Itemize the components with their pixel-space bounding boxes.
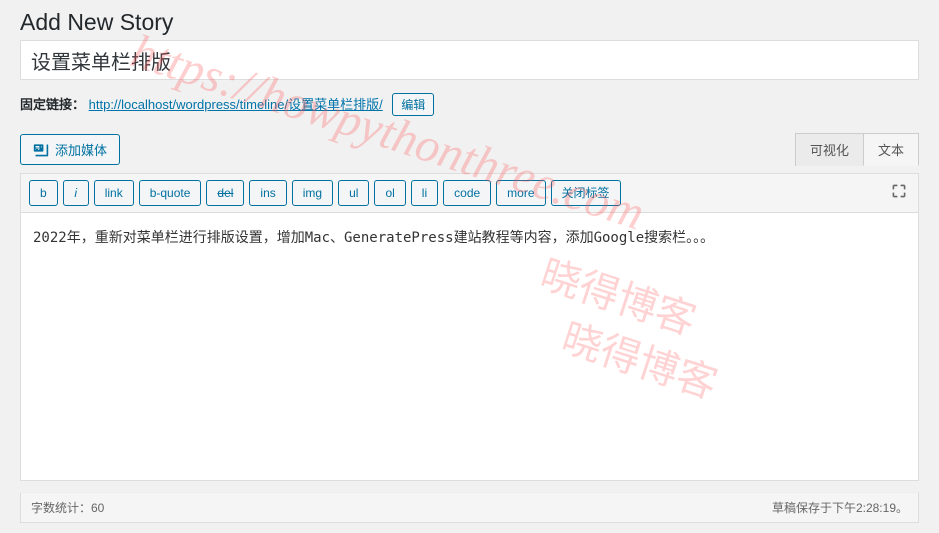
qt-ins[interactable]: ins	[249, 180, 286, 206]
qt-link[interactable]: link	[94, 180, 134, 206]
permalink-row: 固定链接： http://localhost/wordpress/timelin…	[0, 85, 939, 124]
edit-slug-button[interactable]: 编辑	[392, 93, 434, 116]
editor-area: 添加媒体 可视化 文本 b i link b-quote del ins img…	[0, 124, 939, 523]
text-toolbar: b i link b-quote del ins img ul ol li co…	[20, 173, 919, 213]
title-container	[0, 40, 939, 85]
qt-ol[interactable]: ol	[374, 180, 405, 206]
permalink-slug[interactable]: 设置菜单栏排版/	[288, 97, 383, 112]
qt-img[interactable]: img	[292, 180, 333, 206]
post-title-input[interactable]	[20, 40, 919, 80]
qt-bold[interactable]: b	[29, 180, 58, 206]
qt-code[interactable]: code	[443, 180, 491, 206]
tab-text[interactable]: 文本	[863, 133, 919, 166]
permalink-base[interactable]: http://localhost/wordpress/timeline/	[89, 97, 288, 112]
add-media-button[interactable]: 添加媒体	[20, 134, 120, 165]
add-media-label: 添加媒体	[55, 140, 107, 159]
media-row: 添加媒体 可视化 文本	[20, 132, 919, 165]
tab-visual[interactable]: 可视化	[795, 133, 864, 166]
content-textarea[interactable]: 2022年，重新对菜单栏进行排版设置，增加Mac、GeneratePress建站…	[20, 213, 919, 481]
qt-italic[interactable]: i	[63, 180, 89, 206]
fullscreen-icon[interactable]	[888, 180, 910, 202]
word-count: 字数统计：60	[31, 499, 104, 516]
qt-del[interactable]: del	[206, 180, 244, 206]
qt-ul[interactable]: ul	[338, 180, 369, 206]
page-title: Add New Story	[0, 0, 939, 40]
qt-blockquote[interactable]: b-quote	[139, 180, 202, 206]
qt-li[interactable]: li	[411, 180, 438, 206]
status-bar: 字数统计：60 草稿保存于下午2:28:19。	[20, 492, 919, 523]
qt-close-tags[interactable]: 关闭标签	[551, 180, 621, 206]
media-icon	[33, 142, 49, 158]
permalink-label: 固定链接：	[20, 97, 85, 112]
editor-tabs: 可视化 文本	[795, 132, 919, 165]
draft-saved: 草稿保存于下午2:28:19。	[772, 499, 908, 516]
qt-more[interactable]: more	[496, 180, 545, 206]
